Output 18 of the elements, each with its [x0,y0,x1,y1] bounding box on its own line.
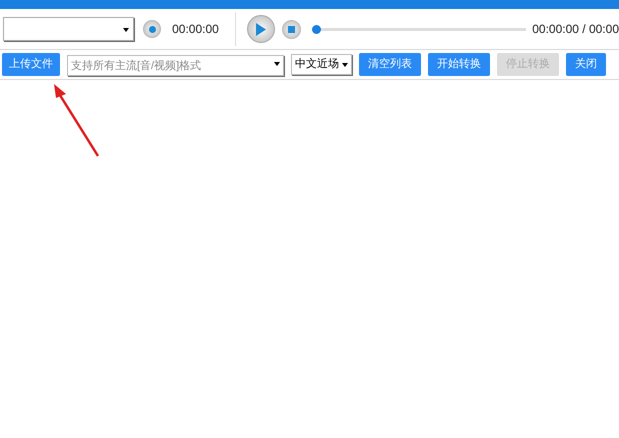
dropdown-caret-icon [342,62,348,66]
language-select[interactable]: 中文近场 [291,54,352,75]
dropdown-caret-icon [274,62,280,66]
stop-button[interactable] [282,20,301,38]
record-time: 00:00:00 [172,21,219,38]
toolbar-button[interactable]: 关闭 [566,53,606,76]
upload-button[interactable]: 上传文件 [2,53,60,76]
dropdown-field[interactable] [3,17,134,41]
record-button[interactable] [143,20,162,38]
format-field[interactable]: 支持所有主流[音/视频]格式 [67,55,284,76]
toolbar-button[interactable]: 清空列表 [359,53,421,76]
dropdown-caret-icon [123,28,130,32]
play-icon [255,22,266,36]
play-button[interactable] [246,15,275,43]
slider-thumb[interactable] [312,24,321,34]
time-display: 00:00:00 / 00:00 [532,21,619,38]
toolbar-button[interactable]: 开始转换 [428,53,490,76]
progress-slider[interactable] [312,24,526,34]
